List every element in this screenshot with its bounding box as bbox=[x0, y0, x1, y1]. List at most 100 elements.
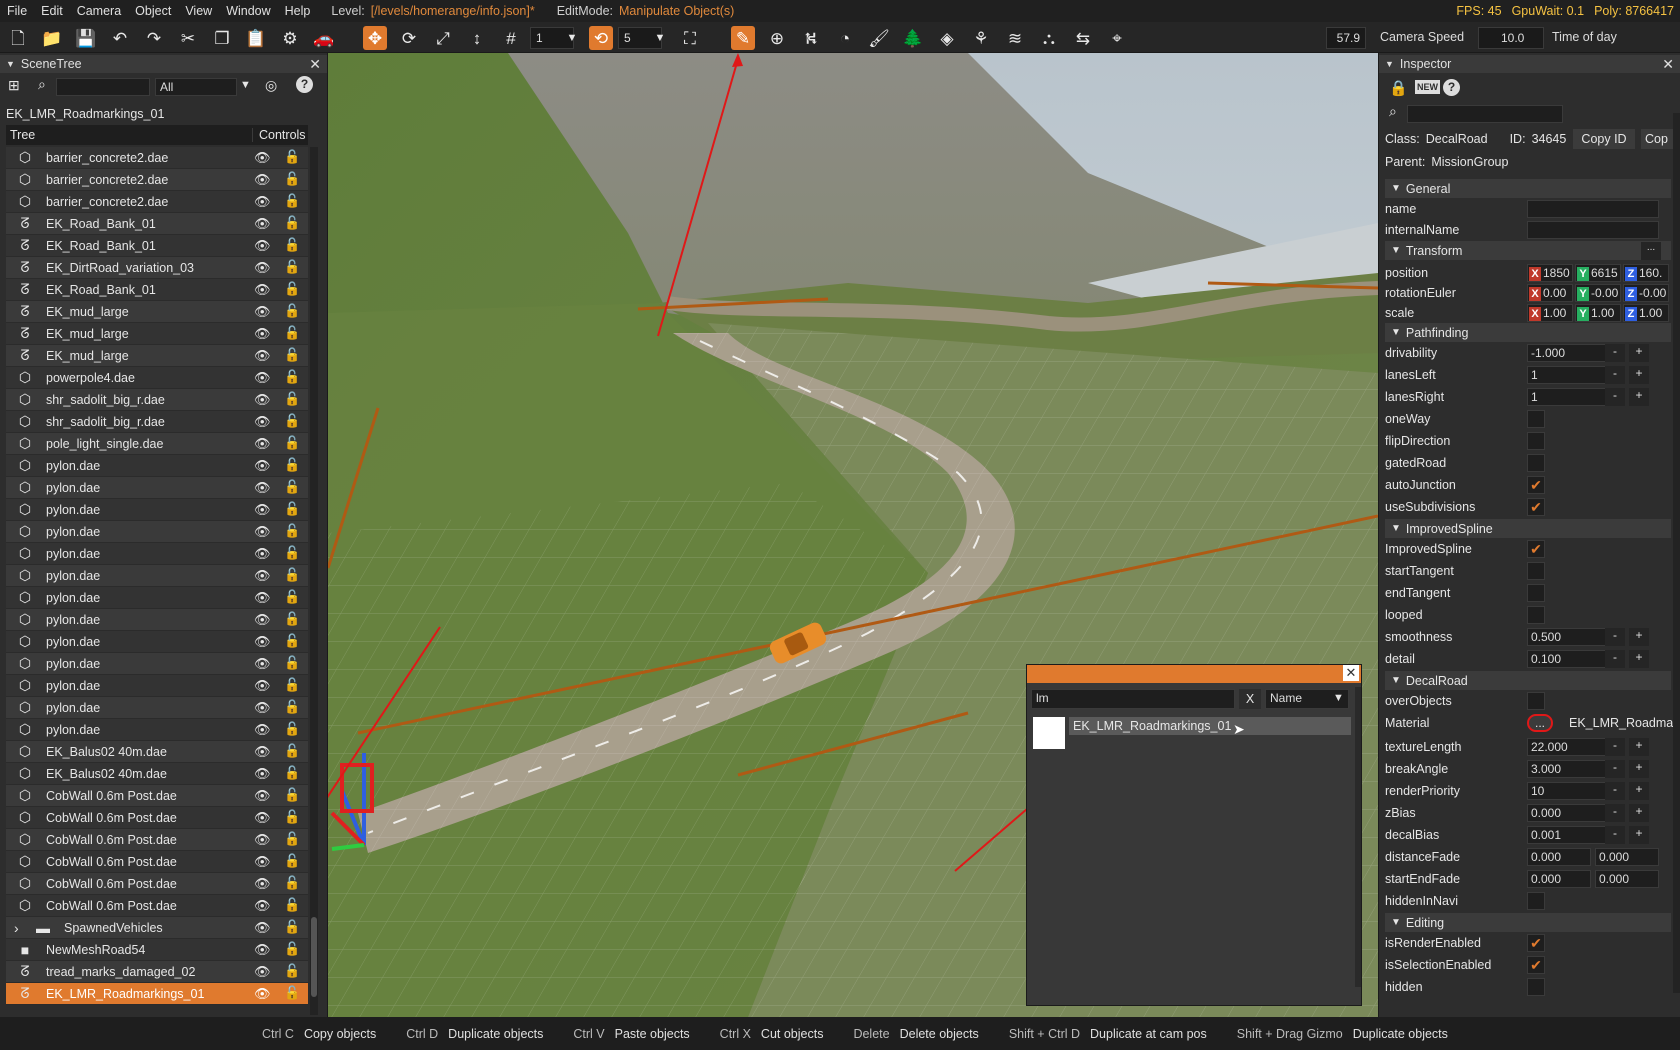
navgraph-icon[interactable]: ⌖ bbox=[1105, 26, 1129, 50]
tree-row[interactable]: ⬡ pylon.dae 👁 🔓 bbox=[6, 499, 308, 521]
break-angle-input[interactable]: 3.000 bbox=[1527, 760, 1609, 778]
visibility-eye-icon[interactable]: 👁 bbox=[254, 590, 271, 606]
visibility-eye-icon[interactable]: 👁 bbox=[254, 260, 271, 276]
spawn-icon[interactable]: ⚘ bbox=[969, 26, 993, 50]
menu-help[interactable]: Help bbox=[278, 4, 318, 18]
lock-icon[interactable]: 🔓 bbox=[284, 347, 300, 363]
distance-fade-a-input[interactable]: 0.000 bbox=[1527, 848, 1591, 866]
scale-z-field[interactable]: Z 1.00 bbox=[1623, 304, 1669, 322]
checkbox-overObjects[interactable] bbox=[1527, 692, 1545, 710]
undo-icon[interactable]: ↶ bbox=[108, 26, 132, 50]
visibility-eye-icon[interactable]: 👁 bbox=[254, 722, 271, 738]
visibility-eye-icon[interactable]: 👁 bbox=[254, 370, 271, 386]
terrain-layers-icon[interactable]: ◈ bbox=[935, 26, 959, 50]
lock-icon[interactable]: 🔓 bbox=[284, 831, 300, 847]
tree-row[interactable]: ⬡ barrier_concrete2.dae 👁 🔓 bbox=[6, 169, 308, 191]
lock-icon[interactable]: 🔓 bbox=[284, 699, 300, 715]
help-icon[interactable]: ? bbox=[296, 76, 313, 93]
visibility-eye-icon[interactable]: 👁 bbox=[254, 656, 271, 672]
render-priority-minus-button[interactable]: - bbox=[1605, 782, 1625, 800]
tree-row[interactable]: › ▬ SpawnedVehicles 👁 🔓 bbox=[6, 917, 308, 939]
collapse-triangle-icon[interactable]: ▼ bbox=[6, 59, 15, 69]
z-bias-plus-button[interactable]: + bbox=[1629, 804, 1649, 822]
visibility-eye-icon[interactable]: 👁 bbox=[254, 414, 271, 430]
lanes-left-input[interactable]: 1 bbox=[1527, 366, 1609, 384]
tree-row[interactable]: ⬡ CobWall 0.6m Post.dae 👁 🔓 bbox=[6, 829, 308, 851]
material-search-input[interactable]: lm bbox=[1031, 689, 1235, 709]
decal-bias-plus-button[interactable]: + bbox=[1629, 826, 1649, 844]
tree-row[interactable]: ᘔ EK_Road_Bank_01 👁 🔓 bbox=[6, 235, 308, 257]
forest-icon[interactable]: 🌲 bbox=[901, 26, 925, 50]
lock-icon[interactable]: 🔓 bbox=[284, 589, 300, 605]
inspector-scrollbar[interactable] bbox=[1673, 113, 1680, 993]
translate-gizmo-icon[interactable]: ✥ bbox=[363, 26, 387, 50]
collapse-triangle-icon[interactable]: ▼ bbox=[1391, 183, 1401, 194]
visibility-eye-icon[interactable]: 👁 bbox=[254, 216, 271, 232]
detail-minus-button[interactable]: - bbox=[1605, 650, 1625, 668]
section-pathfinding[interactable]: ▼ Pathfinding bbox=[1385, 323, 1671, 342]
close-icon[interactable]: ✕ bbox=[309, 56, 321, 73]
tree-row[interactable]: ■ NewMeshRoad54 👁 🔓 bbox=[6, 939, 308, 961]
lock-icon[interactable]: 🔓 bbox=[284, 413, 300, 429]
inspector-search-input[interactable] bbox=[1407, 105, 1563, 123]
tree-row[interactable]: ⬡ CobWall 0.6m Post.dae 👁 🔓 bbox=[6, 807, 308, 829]
lock-icon[interactable]: 🔓 bbox=[284, 721, 300, 737]
decal-bias-minus-button[interactable]: - bbox=[1605, 826, 1625, 844]
open-folder-icon[interactable]: 📁 bbox=[40, 26, 64, 50]
tree-row[interactable]: ᘔ EK_mud_large 👁 🔓 bbox=[6, 301, 308, 323]
decal-icon[interactable]: ◔ bbox=[833, 26, 857, 50]
scale-gizmo-icon[interactable]: ⤢ bbox=[431, 26, 455, 50]
visibility-eye-icon[interactable]: 👁 bbox=[254, 304, 271, 320]
visibility-eye-icon[interactable]: 👁 bbox=[254, 920, 271, 936]
section-transform[interactable]: ▼ Transform bbox=[1385, 241, 1671, 260]
expand-chevron-icon[interactable]: › bbox=[14, 920, 19, 936]
popup-scrollbar[interactable] bbox=[1355, 687, 1361, 987]
lock-icon[interactable]: 🔓 bbox=[284, 765, 300, 781]
tree-row[interactable]: ⬡ CobWall 0.6m Post.dae 👁 🔓 bbox=[6, 873, 308, 895]
tree-row[interactable]: ᘔ tread_marks_damaged_02 👁 🔓 bbox=[6, 961, 308, 983]
lock-icon[interactable]: 🔓 bbox=[284, 149, 300, 165]
new-badge-icon[interactable]: NEW bbox=[1415, 80, 1440, 94]
visibility-eye-icon[interactable]: 👁 bbox=[254, 194, 271, 210]
menu-view[interactable]: View bbox=[178, 4, 219, 18]
checkbox-hiddenInNavi[interactable] bbox=[1527, 892, 1545, 910]
new-file-icon[interactable]: 🗋 bbox=[6, 26, 30, 50]
scale-y-field[interactable]: Y 1.00 bbox=[1575, 304, 1621, 322]
lock-icon[interactable]: 🔓 bbox=[284, 193, 300, 209]
snap-size-icon[interactable]: ↕ bbox=[465, 26, 489, 50]
position-y-field[interactable]: Y 6615 bbox=[1575, 264, 1621, 282]
visibility-eye-icon[interactable]: 👁 bbox=[254, 238, 271, 254]
add-group-icon[interactable]: ⊞ bbox=[8, 77, 20, 94]
tree-row[interactable]: ⬡ CobWall 0.6m Post.dae 👁 🔓 bbox=[6, 851, 308, 873]
camera-speed-value[interactable]: 10.0 bbox=[1478, 27, 1544, 49]
tree-row[interactable]: ⬡ pylon.dae 👁 🔓 bbox=[6, 697, 308, 719]
tree-row[interactable]: ⬡ pylon.dae 👁 🔓 bbox=[6, 719, 308, 741]
settings-gear-icon[interactable]: ⚙ bbox=[278, 26, 302, 50]
close-icon[interactable]: ✕ bbox=[1343, 665, 1359, 681]
copy-icon[interactable]: ❐ bbox=[210, 26, 234, 50]
visibility-eye-icon[interactable]: 👁 bbox=[254, 546, 271, 562]
road-edit-pencil-icon[interactable]: ✎ bbox=[731, 26, 755, 50]
lock-icon[interactable]: 🔓 bbox=[284, 743, 300, 759]
tree-row[interactable]: ᘔ EK_Road_Bank_01 👁 🔓 bbox=[6, 279, 308, 301]
paste-icon[interactable]: 📋 bbox=[244, 26, 268, 50]
grid-snap-icon[interactable]: # bbox=[499, 26, 523, 50]
collapse-triangle-icon[interactable]: ▼ bbox=[1385, 59, 1394, 69]
radar-icon[interactable]: ◎ bbox=[265, 77, 277, 94]
checkbox-isRenderEnabled[interactable]: ✔ bbox=[1527, 934, 1545, 952]
z-bias-input[interactable]: 0.000 bbox=[1527, 804, 1609, 822]
save-icon[interactable]: 💾 bbox=[74, 26, 98, 50]
lock-icon[interactable]: 🔓 bbox=[284, 303, 300, 319]
tree-row[interactable]: ⬡ pylon.dae 👁 🔓 bbox=[6, 653, 308, 675]
visibility-eye-icon[interactable]: 👁 bbox=[254, 150, 271, 166]
texture-length-minus-button[interactable]: - bbox=[1605, 738, 1625, 756]
visibility-eye-icon[interactable]: 👁 bbox=[254, 744, 271, 760]
sort-dropdown-icon[interactable]: ▼ bbox=[1333, 692, 1344, 704]
filter-dropdown-icon[interactable]: ▼ bbox=[240, 79, 251, 91]
scene-tree-filter-select[interactable]: All bbox=[155, 78, 237, 96]
scale-x-field[interactable]: X 1.00 bbox=[1527, 304, 1573, 322]
lock-icon[interactable]: 🔓 bbox=[284, 963, 300, 979]
visibility-eye-icon[interactable]: 👁 bbox=[254, 854, 271, 870]
detail-input[interactable]: 0.100 bbox=[1527, 650, 1609, 668]
checkbox-hidden[interactable] bbox=[1527, 978, 1545, 996]
